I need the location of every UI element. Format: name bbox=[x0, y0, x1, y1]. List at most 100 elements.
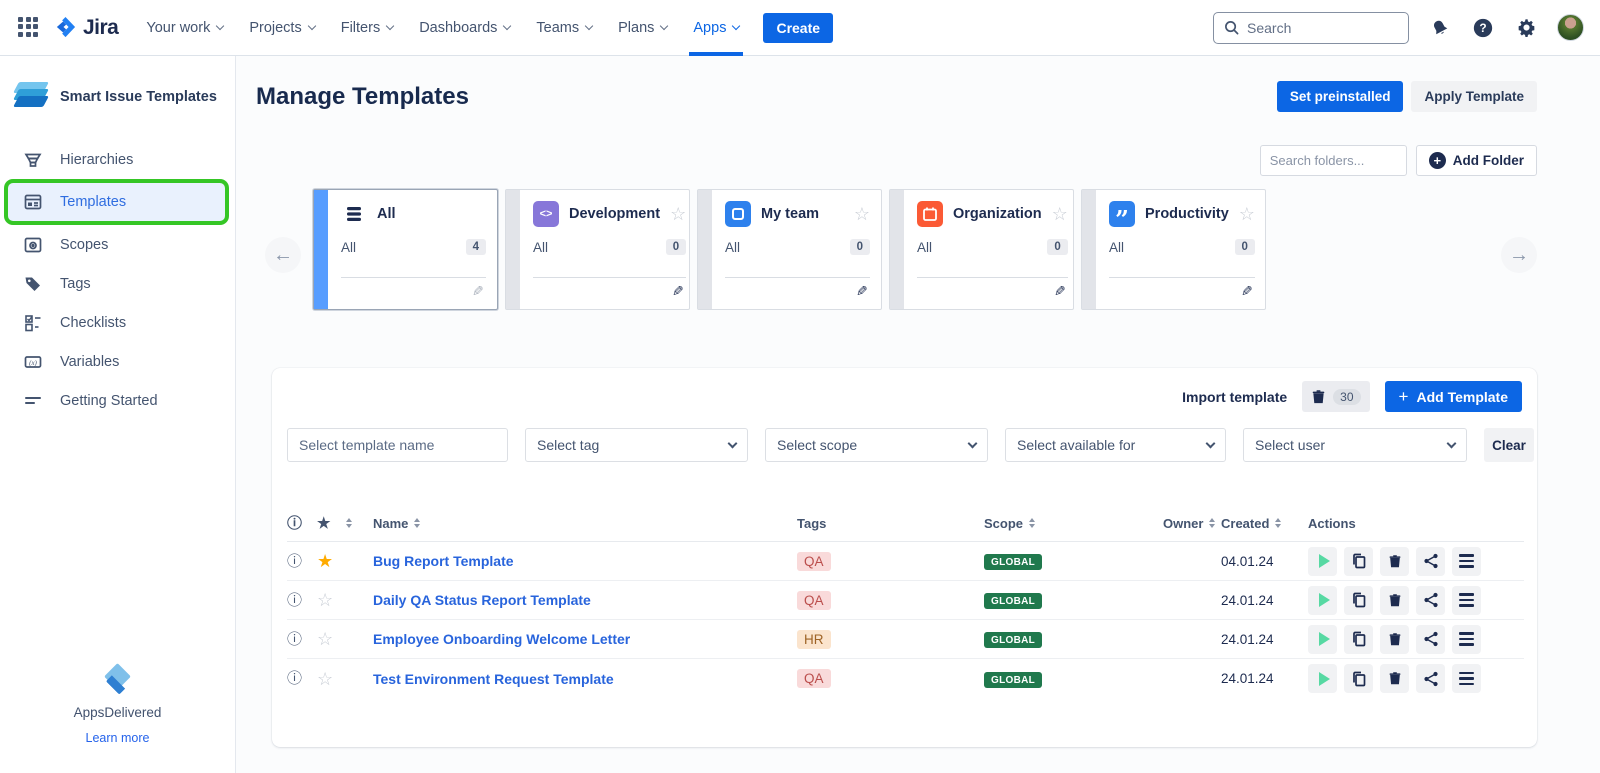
tag-badge: QA bbox=[797, 669, 831, 688]
app-switcher-icon[interactable] bbox=[18, 17, 40, 39]
app-screen: Jira Your work Projects Filters Dashboar… bbox=[0, 0, 1600, 773]
edit-pencil-icon[interactable]: ✎ bbox=[1054, 283, 1066, 300]
folder-card-development[interactable]: <> Development ☆ All 0 ✎ bbox=[505, 189, 690, 310]
run-template-button[interactable] bbox=[1308, 547, 1337, 576]
share-template-button[interactable] bbox=[1416, 547, 1445, 576]
favorite-star-icon[interactable]: ☆ bbox=[317, 630, 343, 648]
folder-name: My team bbox=[761, 206, 844, 222]
copy-template-button[interactable] bbox=[1344, 664, 1373, 693]
favorite-star-icon[interactable]: ☆ bbox=[317, 591, 343, 609]
nav-your-work[interactable]: Your work bbox=[146, 0, 223, 56]
favorite-star-icon[interactable]: ★ bbox=[317, 552, 343, 570]
sidebar-item-getting-started[interactable]: Getting Started bbox=[0, 381, 235, 420]
folder-card-all[interactable]: All All 4 ✎ bbox=[313, 189, 498, 310]
appsdelivered-brand: AppsDelivered bbox=[0, 705, 235, 720]
import-template-link[interactable]: Import template bbox=[1182, 389, 1287, 405]
nav-plans[interactable]: Plans bbox=[618, 0, 667, 56]
sidebar-item-hierarchies[interactable]: Hierarchies bbox=[0, 140, 235, 179]
edit-pencil-icon[interactable]: ✎ bbox=[856, 283, 868, 300]
star-icon[interactable]: ☆ bbox=[854, 205, 870, 223]
sort-icon bbox=[1275, 518, 1281, 528]
copy-template-button[interactable] bbox=[1344, 586, 1373, 615]
nav-apps[interactable]: Apps bbox=[693, 0, 739, 56]
delete-template-button[interactable] bbox=[1380, 664, 1409, 693]
notifications-bell-icon[interactable] bbox=[1428, 16, 1452, 40]
template-name-link[interactable]: Daily QA Status Report Template bbox=[373, 592, 797, 608]
more-menu-button[interactable] bbox=[1452, 625, 1481, 654]
folder-name: Organization bbox=[953, 206, 1042, 222]
user-avatar[interactable] bbox=[1557, 14, 1584, 41]
star-icon[interactable]: ☆ bbox=[670, 205, 686, 223]
more-menu-button[interactable] bbox=[1452, 664, 1481, 693]
info-icon[interactable]: ⓘ bbox=[287, 593, 317, 608]
available-for-filter-select[interactable]: Select available for bbox=[1005, 428, 1226, 462]
tag-filter-select[interactable]: Select tag bbox=[525, 428, 748, 462]
user-filter-select[interactable]: Select user bbox=[1243, 428, 1467, 462]
folder-card-my-team[interactable]: My team ☆ All 0 ✎ bbox=[697, 189, 882, 310]
more-menu-button[interactable] bbox=[1452, 586, 1481, 615]
delete-template-button[interactable] bbox=[1380, 547, 1409, 576]
settings-gear-icon[interactable] bbox=[1514, 16, 1538, 40]
template-name-link[interactable]: Test Environment Request Template bbox=[373, 671, 797, 687]
set-preinstalled-button[interactable]: Set preinstalled bbox=[1277, 81, 1404, 112]
run-template-button[interactable] bbox=[1308, 586, 1337, 615]
info-icon[interactable]: ⓘ bbox=[287, 554, 317, 569]
column-name[interactable]: Name bbox=[373, 516, 797, 531]
share-template-button[interactable] bbox=[1416, 586, 1445, 615]
carousel-next-button[interactable]: → bbox=[1501, 237, 1537, 273]
folder-name: Productivity bbox=[1145, 206, 1229, 222]
share-template-button[interactable] bbox=[1416, 664, 1445, 693]
nav-filters[interactable]: Filters bbox=[341, 0, 393, 56]
help-icon[interactable]: ? bbox=[1471, 16, 1495, 40]
jira-logo[interactable]: Jira bbox=[54, 16, 118, 40]
copy-template-button[interactable] bbox=[1344, 547, 1373, 576]
calendar-icon bbox=[917, 201, 943, 227]
sidebar-item-templates[interactable]: Templates bbox=[8, 183, 225, 221]
nav-teams[interactable]: Teams bbox=[536, 0, 592, 56]
column-scope[interactable]: Scope bbox=[984, 516, 1163, 531]
edit-pencil-icon[interactable]: ✎ bbox=[472, 283, 484, 300]
appsdelivered-logo-icon bbox=[103, 667, 133, 697]
edit-pencil-icon[interactable]: ✎ bbox=[672, 283, 684, 300]
run-template-button[interactable] bbox=[1308, 625, 1337, 654]
more-menu-button[interactable] bbox=[1452, 547, 1481, 576]
favorite-star-icon[interactable]: ☆ bbox=[317, 670, 343, 688]
copy-template-button[interactable] bbox=[1344, 625, 1373, 654]
column-created[interactable]: Created bbox=[1221, 516, 1308, 531]
share-template-button[interactable] bbox=[1416, 625, 1445, 654]
create-button[interactable]: Create bbox=[763, 13, 833, 43]
favorite-sort[interactable] bbox=[343, 518, 373, 528]
info-icon[interactable]: ⓘ bbox=[287, 632, 317, 647]
run-template-button[interactable] bbox=[1308, 664, 1337, 693]
edit-pencil-icon[interactable]: ✎ bbox=[1241, 283, 1253, 300]
search-input[interactable] bbox=[1247, 20, 1387, 36]
folder-card-productivity[interactable]: ” Productivity ☆ All 0 ✎ bbox=[1081, 189, 1266, 310]
chevron-down-icon bbox=[732, 21, 740, 29]
info-icon[interactable]: ⓘ bbox=[287, 671, 317, 686]
column-owner[interactable]: Owner bbox=[1163, 516, 1221, 531]
scope-filter-select[interactable]: Select scope bbox=[765, 428, 988, 462]
apply-template-button[interactable]: Apply Template bbox=[1411, 81, 1537, 112]
add-folder-button[interactable]: + Add Folder bbox=[1416, 145, 1537, 176]
star-icon[interactable]: ☆ bbox=[1239, 205, 1255, 223]
search-folders-input[interactable] bbox=[1260, 145, 1407, 176]
clear-filters-button[interactable]: Clear bbox=[1484, 428, 1534, 462]
nav-dashboards[interactable]: Dashboards bbox=[419, 0, 510, 56]
add-template-button[interactable]: + Add Template bbox=[1385, 381, 1522, 412]
global-search[interactable] bbox=[1213, 12, 1409, 44]
sidebar-item-scopes[interactable]: Scopes bbox=[0, 225, 235, 264]
template-name-link[interactable]: Bug Report Template bbox=[373, 553, 797, 569]
bulk-trash-button[interactable]: 30 bbox=[1302, 381, 1369, 412]
template-name-link[interactable]: Employee Onboarding Welcome Letter bbox=[373, 631, 797, 647]
nav-projects[interactable]: Projects bbox=[249, 0, 314, 56]
star-icon[interactable]: ☆ bbox=[1052, 205, 1068, 223]
folder-card-organization[interactable]: Organization ☆ All 0 ✎ bbox=[889, 189, 1074, 310]
sidebar-item-checklists[interactable]: Checklists bbox=[0, 303, 235, 342]
template-name-filter-input[interactable] bbox=[287, 428, 508, 462]
learn-more-link[interactable]: Learn more bbox=[0, 731, 235, 745]
sidebar-item-tags[interactable]: Tags bbox=[0, 264, 235, 303]
delete-template-button[interactable] bbox=[1380, 586, 1409, 615]
carousel-prev-button[interactable]: ← bbox=[265, 237, 301, 273]
sidebar-item-variables[interactable]: (x) Variables bbox=[0, 342, 235, 381]
delete-template-button[interactable] bbox=[1380, 625, 1409, 654]
